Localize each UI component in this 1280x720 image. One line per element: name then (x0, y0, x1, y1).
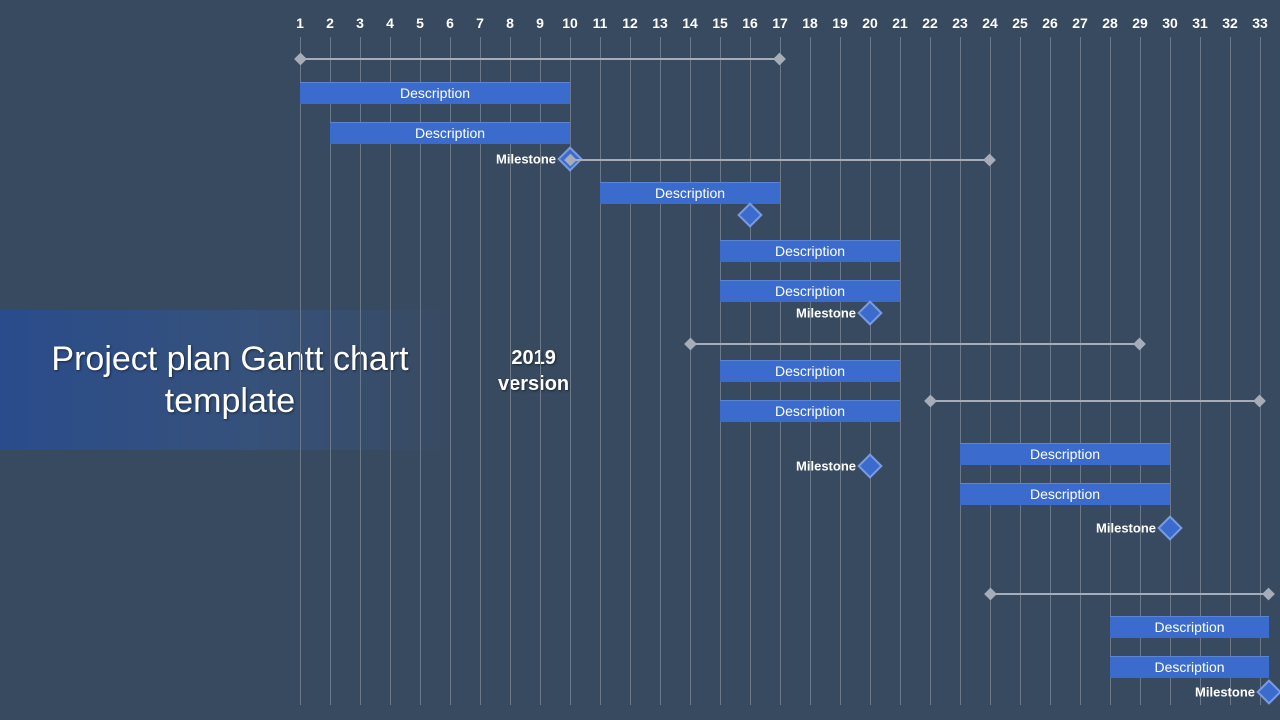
task-bar: Description (1110, 656, 1269, 678)
gridline (1260, 37, 1261, 705)
axis-tick: 12 (622, 15, 638, 31)
group-header-line (990, 593, 1269, 595)
axis-tick: 19 (832, 15, 848, 31)
axis-tick: 24 (982, 15, 998, 31)
task-bar: Description (960, 483, 1170, 505)
gridline (660, 37, 661, 705)
gridline (600, 37, 601, 705)
gridline (960, 37, 961, 705)
axis-tick: 6 (446, 15, 454, 31)
milestone-label: Milestone (496, 152, 556, 167)
axis-tick: 25 (1012, 15, 1028, 31)
axis-tick: 18 (802, 15, 818, 31)
axis-tick: 11 (593, 15, 608, 31)
axis-tick: 28 (1102, 15, 1118, 31)
milestone-label: Milestone (796, 306, 856, 321)
group-header-line (930, 400, 1260, 402)
gridline (300, 37, 301, 705)
task-bar: Description (1110, 616, 1269, 638)
axis-labels: 1234567891011121314151617181920212223242… (280, 15, 1280, 37)
axis-tick: 20 (862, 15, 878, 31)
axis-tick: 23 (952, 15, 968, 31)
gridline (1170, 37, 1171, 705)
axis-tick: 26 (1042, 15, 1058, 31)
gridline (570, 37, 571, 705)
group-header-line (690, 343, 1140, 345)
gantt-chart: 1234567891011121314151617181920212223242… (280, 15, 1280, 705)
gridline (990, 37, 991, 705)
axis-tick: 29 (1132, 15, 1148, 31)
axis-tick: 32 (1222, 15, 1238, 31)
axis-tick: 16 (742, 15, 758, 31)
axis-tick: 30 (1162, 15, 1178, 31)
axis-tick: 8 (506, 15, 514, 31)
task-bar: Description (720, 280, 900, 302)
axis-tick: 17 (772, 15, 788, 31)
gridline (690, 37, 691, 705)
gridline (1110, 37, 1111, 705)
gridline (1050, 37, 1051, 705)
gridline (1200, 37, 1201, 705)
gridline (1020, 37, 1021, 705)
axis-tick: 10 (562, 15, 578, 31)
gridline (900, 37, 901, 705)
axis-tick: 9 (536, 15, 544, 31)
axis-tick: 7 (476, 15, 484, 31)
axis-tick: 13 (652, 15, 668, 31)
group-header-line (300, 58, 780, 60)
milestone-label: Milestone (796, 459, 856, 474)
gridline (630, 37, 631, 705)
axis-tick: 33 (1252, 15, 1268, 31)
axis-tick: 22 (922, 15, 938, 31)
milestone-label: Milestone (1096, 521, 1156, 536)
task-bar: Description (600, 182, 780, 204)
axis-tick: 5 (416, 15, 424, 31)
axis-tick: 1 (296, 15, 304, 31)
axis-tick: 4 (386, 15, 394, 31)
axis-tick: 21 (892, 15, 908, 31)
task-bar: Description (720, 240, 900, 262)
group-header-line (570, 159, 990, 161)
gridline (1230, 37, 1231, 705)
task-bar: Description (300, 82, 570, 104)
gridline (930, 37, 931, 705)
milestone-label: Milestone (1195, 685, 1255, 700)
gridline (1080, 37, 1081, 705)
task-bar: Description (330, 122, 570, 144)
axis-tick: 2 (326, 15, 334, 31)
gridline (1140, 37, 1141, 705)
axis-tick: 31 (1192, 15, 1208, 31)
task-bar: Description (960, 443, 1170, 465)
axis-tick: 15 (712, 15, 728, 31)
task-bar: Description (720, 400, 900, 422)
axis-tick: 27 (1072, 15, 1088, 31)
axis-tick: 3 (356, 15, 364, 31)
task-bar: Description (720, 360, 900, 382)
axis-tick: 14 (682, 15, 698, 31)
